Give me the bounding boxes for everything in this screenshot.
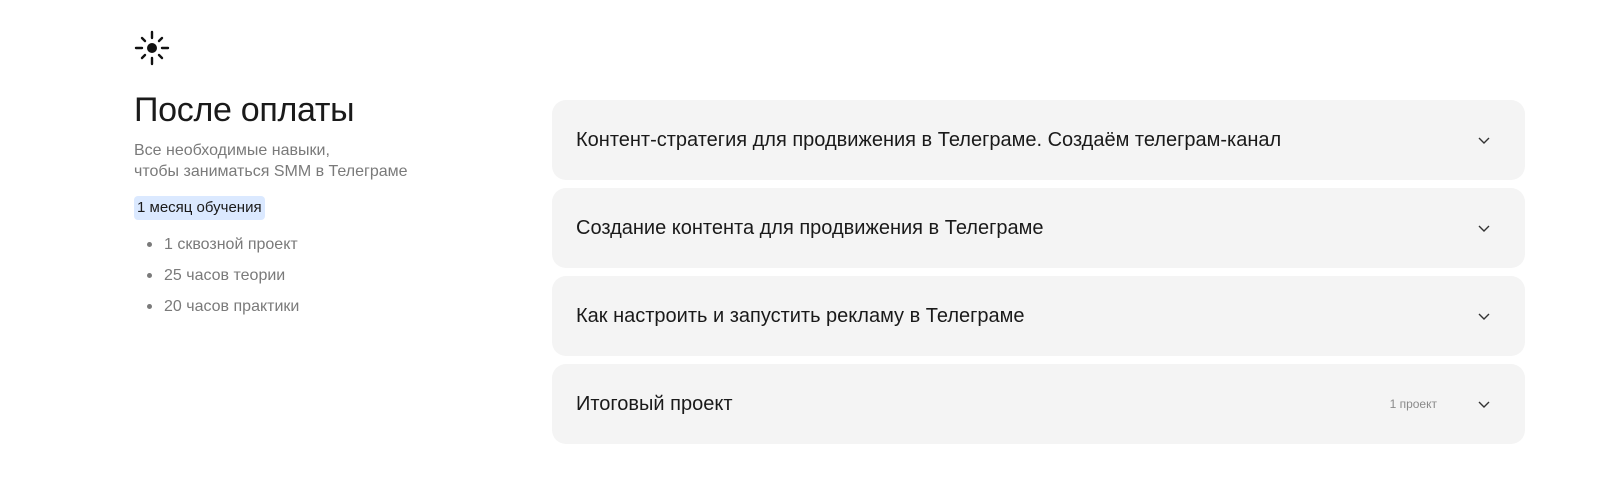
- chevron-down-icon[interactable]: [1477, 133, 1491, 147]
- module-item[interactable]: Как настроить и запустить рекламу в Теле…: [552, 276, 1525, 356]
- course-stat-item: 20 часов практики: [134, 296, 494, 317]
- chevron-down-icon[interactable]: [1477, 397, 1491, 411]
- module-title: Создание контента для продвижения в Теле…: [576, 217, 1044, 239]
- section-title: После оплаты: [134, 91, 355, 129]
- module-title: Контент-стратегия для продвижения в Теле…: [576, 129, 1282, 151]
- module-meta: 1 проект: [1389, 397, 1437, 411]
- modules-accordion: Контент-стратегия для продвижения в Теле…: [552, 100, 1525, 452]
- module-item[interactable]: Создание контента для продвижения в Теле…: [552, 188, 1525, 268]
- module-item[interactable]: Итоговый проект 1 проект: [552, 364, 1525, 444]
- module-title: Итоговый проект: [576, 393, 733, 415]
- sun-icon: [134, 30, 170, 66]
- course-stat-item: 25 часов теории: [134, 265, 494, 286]
- module-title: Как настроить и запустить рекламу в Теле…: [576, 305, 1025, 327]
- course-section-intro: После оплаты Все необходимые навыки, что…: [134, 30, 494, 327]
- module-item[interactable]: Контент-стратегия для продвижения в Теле…: [552, 100, 1525, 180]
- course-stat-item: 1 сквозной проект: [134, 234, 494, 255]
- course-stats-list: 1 сквозной проект 25 часов теории 20 час…: [134, 234, 494, 317]
- chevron-down-icon[interactable]: [1477, 221, 1491, 235]
- chevron-down-icon[interactable]: [1477, 309, 1491, 323]
- section-subtitle: Все необходимые навыки, чтобы заниматься…: [134, 142, 408, 180]
- duration-badge: 1 месяц обучения: [134, 196, 265, 220]
